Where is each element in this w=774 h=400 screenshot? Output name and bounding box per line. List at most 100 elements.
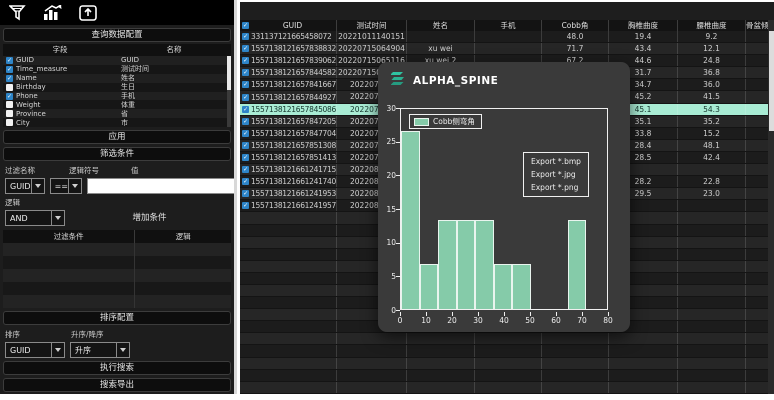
row-checkbox[interactable]: ✓ xyxy=(242,57,249,64)
search-button[interactable]: 执行搜索 xyxy=(3,361,231,375)
row-checkbox[interactable]: ✓ xyxy=(242,154,249,161)
lumbar-cell: 23.0 xyxy=(678,188,746,199)
row-checkbox[interactable]: ✓ xyxy=(242,81,249,88)
row-checkbox[interactable]: ✓ xyxy=(242,142,249,149)
row-checkbox[interactable]: ✓ xyxy=(242,22,249,29)
y-axis-tick-label: 20 xyxy=(378,171,396,180)
table-row[interactable]: ✓155713812165783883220220715064904xu wei… xyxy=(240,43,774,55)
field-name-cell: Weight xyxy=(3,101,117,109)
row-checkbox[interactable] xyxy=(6,101,13,108)
thoracic-cell: 19.4 xyxy=(609,31,678,42)
row-checkbox[interactable] xyxy=(6,119,13,126)
y-axis-tick-label: 0 xyxy=(378,306,396,315)
guid-cell: ✓1557138121657844927 xyxy=(240,91,337,102)
table-row-empty xyxy=(240,345,774,357)
filter-value-input[interactable] xyxy=(87,178,237,194)
condition-row-empty xyxy=(3,282,231,295)
field-name-cell: ✓Phone xyxy=(3,92,117,100)
field-name-cell: Province xyxy=(3,110,117,118)
field-name-cell: ✓GUID xyxy=(3,56,117,64)
chevron-down-icon xyxy=(51,343,64,357)
row-checkbox[interactable] xyxy=(6,110,13,117)
lumbar-cell: 24.8 xyxy=(678,55,746,66)
histogram-bar xyxy=(494,264,513,309)
condition-row-empty xyxy=(3,256,231,269)
filter-name-label: 过滤名称 xyxy=(5,165,69,176)
time-cell: 20220715064904 xyxy=(337,43,407,54)
y-axis-tick xyxy=(396,175,400,176)
guid-value: 1557138121657839062 xyxy=(251,55,336,66)
legend-swatch xyxy=(414,118,429,126)
row-checkbox[interactable]: ✓ xyxy=(242,130,249,137)
row-checkbox[interactable] xyxy=(6,84,13,91)
sidebar-toolbar xyxy=(0,0,234,25)
row-checkbox[interactable]: ✓ xyxy=(242,45,249,52)
row-checkbox[interactable]: ✓ xyxy=(242,166,249,173)
cobb-cell: 71.7 xyxy=(542,43,609,54)
row-checkbox[interactable]: ✓ xyxy=(6,75,13,82)
row-checkbox[interactable]: ✓ xyxy=(242,178,249,185)
row-checkbox[interactable]: ✓ xyxy=(242,118,249,125)
sidebar: 查询数据配置 字段 名称 ✓GUIDGUID✓Time_measure测试时间✓… xyxy=(0,0,237,394)
chart-legend: Cobb侧弯角 xyxy=(409,114,482,129)
y-axis-tick xyxy=(396,108,400,109)
x-axis-tick-label: 0 xyxy=(398,316,403,325)
order-label: 升序/降序 xyxy=(71,329,229,340)
field-name-cell: City xyxy=(3,119,117,127)
config-section-header: 查询数据配置 xyxy=(3,28,231,42)
histogram-bar xyxy=(512,264,531,309)
x-axis-tick-label: 50 xyxy=(525,316,535,325)
row-checkbox[interactable]: ✓ xyxy=(6,57,13,64)
table-row[interactable]: ✓3311371216654580722022101114015148.019.… xyxy=(240,31,774,43)
guid-cell: ✓1557138121657845086 xyxy=(240,104,337,115)
field-name: GUID xyxy=(16,56,34,64)
filter-op-select[interactable]: == xyxy=(50,178,82,194)
row-checkbox[interactable]: ✓ xyxy=(242,202,249,209)
export-menu-item[interactable]: Export *.bmp xyxy=(524,155,588,168)
field-table: 字段 名称 ✓GUIDGUID✓Time_measure测试时间✓Name姓名B… xyxy=(3,44,231,127)
row-checkbox[interactable]: ✓ xyxy=(242,106,249,113)
field-list-scrollbar[interactable] xyxy=(227,56,231,127)
logic-select[interactable]: AND xyxy=(5,210,65,226)
sort-field-select[interactable]: GUID xyxy=(5,342,65,358)
row-checkbox[interactable]: ✓ xyxy=(242,94,249,101)
name-col-header: 名称 xyxy=(117,44,231,56)
export-icon[interactable] xyxy=(79,5,97,21)
y-axis-tick xyxy=(396,209,400,210)
row-checkbox[interactable]: ✓ xyxy=(6,66,13,73)
column-header-label: GUID xyxy=(249,20,336,31)
x-axis-tick-label: 30 xyxy=(473,316,483,325)
chart-icon[interactable] xyxy=(43,5,63,21)
export-menu-item[interactable]: Export *.jpg xyxy=(524,168,588,181)
x-axis-tick xyxy=(608,312,609,316)
guid-value: 1557138121657838832 xyxy=(251,43,336,54)
filter-name-select[interactable]: GUID xyxy=(5,178,45,194)
guid-value: 1557138121657847205 xyxy=(251,116,336,127)
x-axis-tick-label: 40 xyxy=(499,316,509,325)
filter-section-header: 筛选条件 xyxy=(3,147,231,161)
x-axis-tick xyxy=(530,312,531,316)
row-checkbox[interactable]: ✓ xyxy=(6,93,13,100)
histogram-bar xyxy=(420,264,439,309)
guid-cell: ✓1557138121661241740 xyxy=(240,176,337,187)
row-checkbox[interactable]: ✓ xyxy=(242,190,249,197)
lumbar-cell: 48.1 xyxy=(678,140,746,151)
export-menu-item[interactable]: Export *.png xyxy=(524,181,588,194)
lumbar-cell: 35.2 xyxy=(678,116,746,127)
guid-cell: ✓1557138121657851308 xyxy=(240,140,337,151)
field-name: Birthday xyxy=(16,83,46,91)
sort-order-select[interactable]: 升序 xyxy=(70,342,130,358)
chevron-down-icon xyxy=(116,343,129,357)
row-checkbox[interactable]: ✓ xyxy=(242,33,249,40)
field-list-item[interactable]: City市 xyxy=(3,118,231,127)
condition-logic-header: 逻辑 xyxy=(135,230,231,243)
guid-cell: ✓1557138121661241953 xyxy=(240,188,337,199)
apply-button[interactable]: 应用 xyxy=(3,130,231,144)
filter-icon[interactable] xyxy=(9,5,27,21)
x-axis-tick xyxy=(478,312,479,316)
dialog-title: ALPHA_SPINE xyxy=(413,75,498,87)
table-scrollbar[interactable] xyxy=(768,20,774,396)
lumbar-cell: 15.2 xyxy=(678,128,746,139)
add-condition-button[interactable]: 增加条件 xyxy=(70,210,229,226)
row-checkbox[interactable]: ✓ xyxy=(242,69,249,76)
